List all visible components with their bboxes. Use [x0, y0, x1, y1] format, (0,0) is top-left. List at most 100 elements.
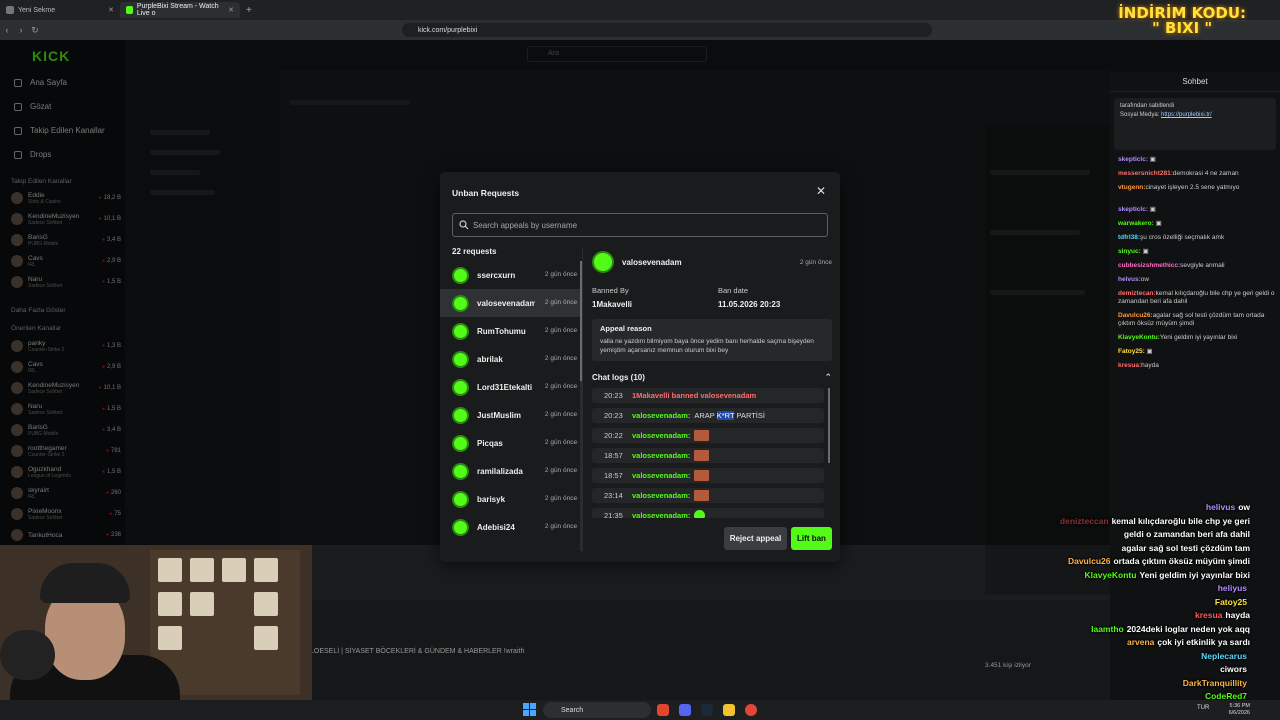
chat-message: demiztecan:kemal kılıçdaroğlu bile chp y…	[1118, 290, 1278, 306]
chat-username[interactable]: skepticlc:	[1118, 206, 1148, 213]
request-item[interactable]: Picqas 2 gün önce	[440, 429, 580, 457]
chat-message: warwakero: ▣	[1118, 220, 1278, 228]
request-item[interactable]: valosevenadam 2 gün önce	[440, 289, 580, 317]
emote-icon: ▣	[1148, 206, 1156, 213]
chevron-up-icon[interactable]: ⌃	[824, 372, 832, 383]
log-time: 18:57	[604, 451, 623, 460]
request-time: 2 gün önce	[544, 495, 578, 502]
reload-icon[interactable]: ↻	[28, 25, 42, 36]
chat-username[interactable]: warwakero:	[1118, 220, 1154, 227]
emote-icon	[694, 450, 710, 461]
appeal-reason-title: Appeal reason	[600, 324, 652, 333]
request-item[interactable]: Lord31Etekalti 2 gün önce	[440, 373, 580, 401]
overlay-username: helivus	[1205, 502, 1236, 512]
chat-username[interactable]: Fatoy25:	[1118, 348, 1145, 355]
appeal-search-input[interactable]	[473, 220, 813, 230]
emote-icon: ▣	[1148, 156, 1156, 163]
request-time: 2 gün önce	[544, 271, 578, 278]
obs-icon[interactable]	[745, 704, 757, 716]
overlay-username: ciwors	[1220, 664, 1247, 674]
discord-icon[interactable]	[679, 704, 691, 716]
avatar	[452, 490, 469, 508]
request-username: ssercxurn	[477, 270, 516, 280]
overlay-chat-line: Davulcu26 ortada çıktım öksüz müyüm şimdi	[1068, 556, 1250, 566]
forward-icon[interactable]: ›	[14, 25, 28, 35]
chat-username[interactable]: messersnicht281:	[1118, 170, 1173, 177]
appeal-search-field[interactable]	[452, 213, 828, 237]
pinned-link[interactable]: https://purplebixi.tr/	[1161, 112, 1212, 118]
close-tab-icon[interactable]: ✕	[228, 6, 234, 14]
request-item[interactable]: barisyk 2 gün önce	[440, 485, 580, 513]
overlay-chat-line: KlavyeKontu Yeni geldim iyi yayınlar bixi	[1084, 570, 1250, 580]
emote-icon: ▣	[1140, 248, 1149, 255]
folder-icon[interactable]	[723, 704, 735, 716]
overlay-username: kresua	[1195, 610, 1223, 620]
close-icon[interactable]: ✕	[816, 184, 826, 198]
request-time: 2 gün önce	[544, 439, 578, 446]
log-time: 21:35	[604, 511, 623, 518]
chat-username[interactable]: KlavyeKontu:	[1118, 334, 1160, 341]
chat-username[interactable]: kresua:	[1118, 362, 1141, 369]
request-item[interactable]: Adebisi24 2 gün önce	[440, 513, 580, 541]
chat-username[interactable]: sinyuc:	[1118, 248, 1141, 255]
divider	[582, 247, 583, 552]
chat-username[interactable]: cubbesizshmethicc:	[1118, 262, 1180, 269]
appeal-reason-text: valla ne yazdım bilmiyom baya önce yedim…	[600, 338, 814, 354]
emote-icon: ▣	[1144, 348, 1153, 355]
detail-username: valosevenadam	[622, 257, 682, 267]
overlay-text: geldi o zamandan beri afa dahil	[1123, 529, 1250, 539]
overlay-text: Yeni geldim iyi yayınlar bixi	[1139, 569, 1250, 580]
overlay-chat-line: kresua hayda	[1195, 610, 1250, 620]
back-icon[interactable]: ‹	[0, 25, 14, 35]
request-item[interactable]: ssercxurn 2 gün önce	[440, 261, 580, 289]
windows-start-icon[interactable]	[523, 703, 536, 716]
brave-icon[interactable]	[657, 704, 669, 716]
modal-title: Unban Requests	[452, 188, 520, 198]
request-username: abrilak	[477, 354, 503, 364]
input-language[interactable]: TUR	[1197, 705, 1209, 711]
browser-tab-active[interactable]: PurpleBixi Stream - Watch Live o ✕	[120, 2, 240, 18]
browser-tab[interactable]: Yeni Sekme ✕	[0, 2, 120, 18]
chat-username[interactable]: vtugenn:	[1118, 184, 1145, 191]
request-item[interactable]: JustMuslim 2 gün önce	[440, 401, 580, 429]
chat-username[interactable]: helvus:	[1118, 276, 1141, 283]
request-time: 2 gün önce	[544, 327, 578, 334]
chat-username[interactable]: tdfrl38:	[1118, 234, 1140, 241]
request-item[interactable]: abrilak 2 gün önce	[440, 345, 580, 373]
avatar	[452, 518, 469, 536]
close-tab-icon[interactable]: ✕	[108, 6, 114, 14]
request-list: ssercxurn 2 gün önce valosevenadam 2 gün ön…	[440, 261, 580, 551]
clock[interactable]: 5:36 PM 6/6/2026	[1229, 703, 1250, 717]
overlay-chat-line: heliyus	[1218, 583, 1250, 593]
chat-username[interactable]: Davulcu26:	[1118, 312, 1153, 319]
chat-logs-scrollbar[interactable]	[828, 388, 830, 463]
overlay-chat-line: Iaamtho 2024deki loglar neden yok aqq	[1091, 624, 1250, 634]
reject-appeal-button[interactable]: Reject appeal	[724, 527, 787, 550]
chat-username[interactable]: skepticlc:	[1118, 156, 1148, 163]
overlay-username: heliyus	[1217, 583, 1247, 593]
streamer-hat	[40, 563, 130, 603]
overlay-chat-line: DarkTranquillity	[1183, 678, 1250, 688]
promo-line2: " BIXI "	[1151, 19, 1213, 37]
taskbar-search[interactable]: Search	[543, 702, 651, 718]
request-item[interactable]: ramilalizada 2 gün önce	[440, 457, 580, 485]
overlay-username: Iaamtho	[1091, 623, 1124, 634]
emote-icon	[694, 490, 710, 501]
chat-text: demokrasi 4 ne zaman	[1172, 170, 1239, 177]
ban-date-value: 11.05.2026 20:23	[718, 300, 781, 309]
request-username: JustMuslim	[477, 410, 522, 420]
chat-username[interactable]: demiztecan:	[1118, 290, 1156, 297]
request-item[interactable]: RumTohumu 2 gün önce	[440, 317, 580, 345]
pinned-line: Sosyal Medya: https://purplebixi.tr/	[1120, 112, 1212, 118]
lift-ban-button[interactable]: Lift ban	[791, 527, 832, 550]
log-message: ARAP K*RT PARTİSİ	[694, 411, 765, 420]
browser-tabbar: Yeni Sekme ✕ PurpleBixi Stream - Watch L…	[0, 0, 1280, 20]
chat-message: vtugenn:cinayet işleyen 2.5 sene yatmıyo	[1118, 184, 1278, 192]
steam-icon[interactable]	[701, 704, 713, 716]
new-tab-icon[interactable]: +	[240, 5, 258, 16]
address-bar[interactable]: kick.com/purplebixi	[402, 23, 932, 37]
overlay-username: arvena	[1126, 637, 1155, 647]
unban-requests-modal: Unban Requests ✕ 22 requests ssercxurn 2 …	[440, 172, 840, 562]
avatar	[452, 434, 469, 452]
chat-logs-toggle[interactable]: Chat logs (10) ⌃	[592, 371, 832, 383]
